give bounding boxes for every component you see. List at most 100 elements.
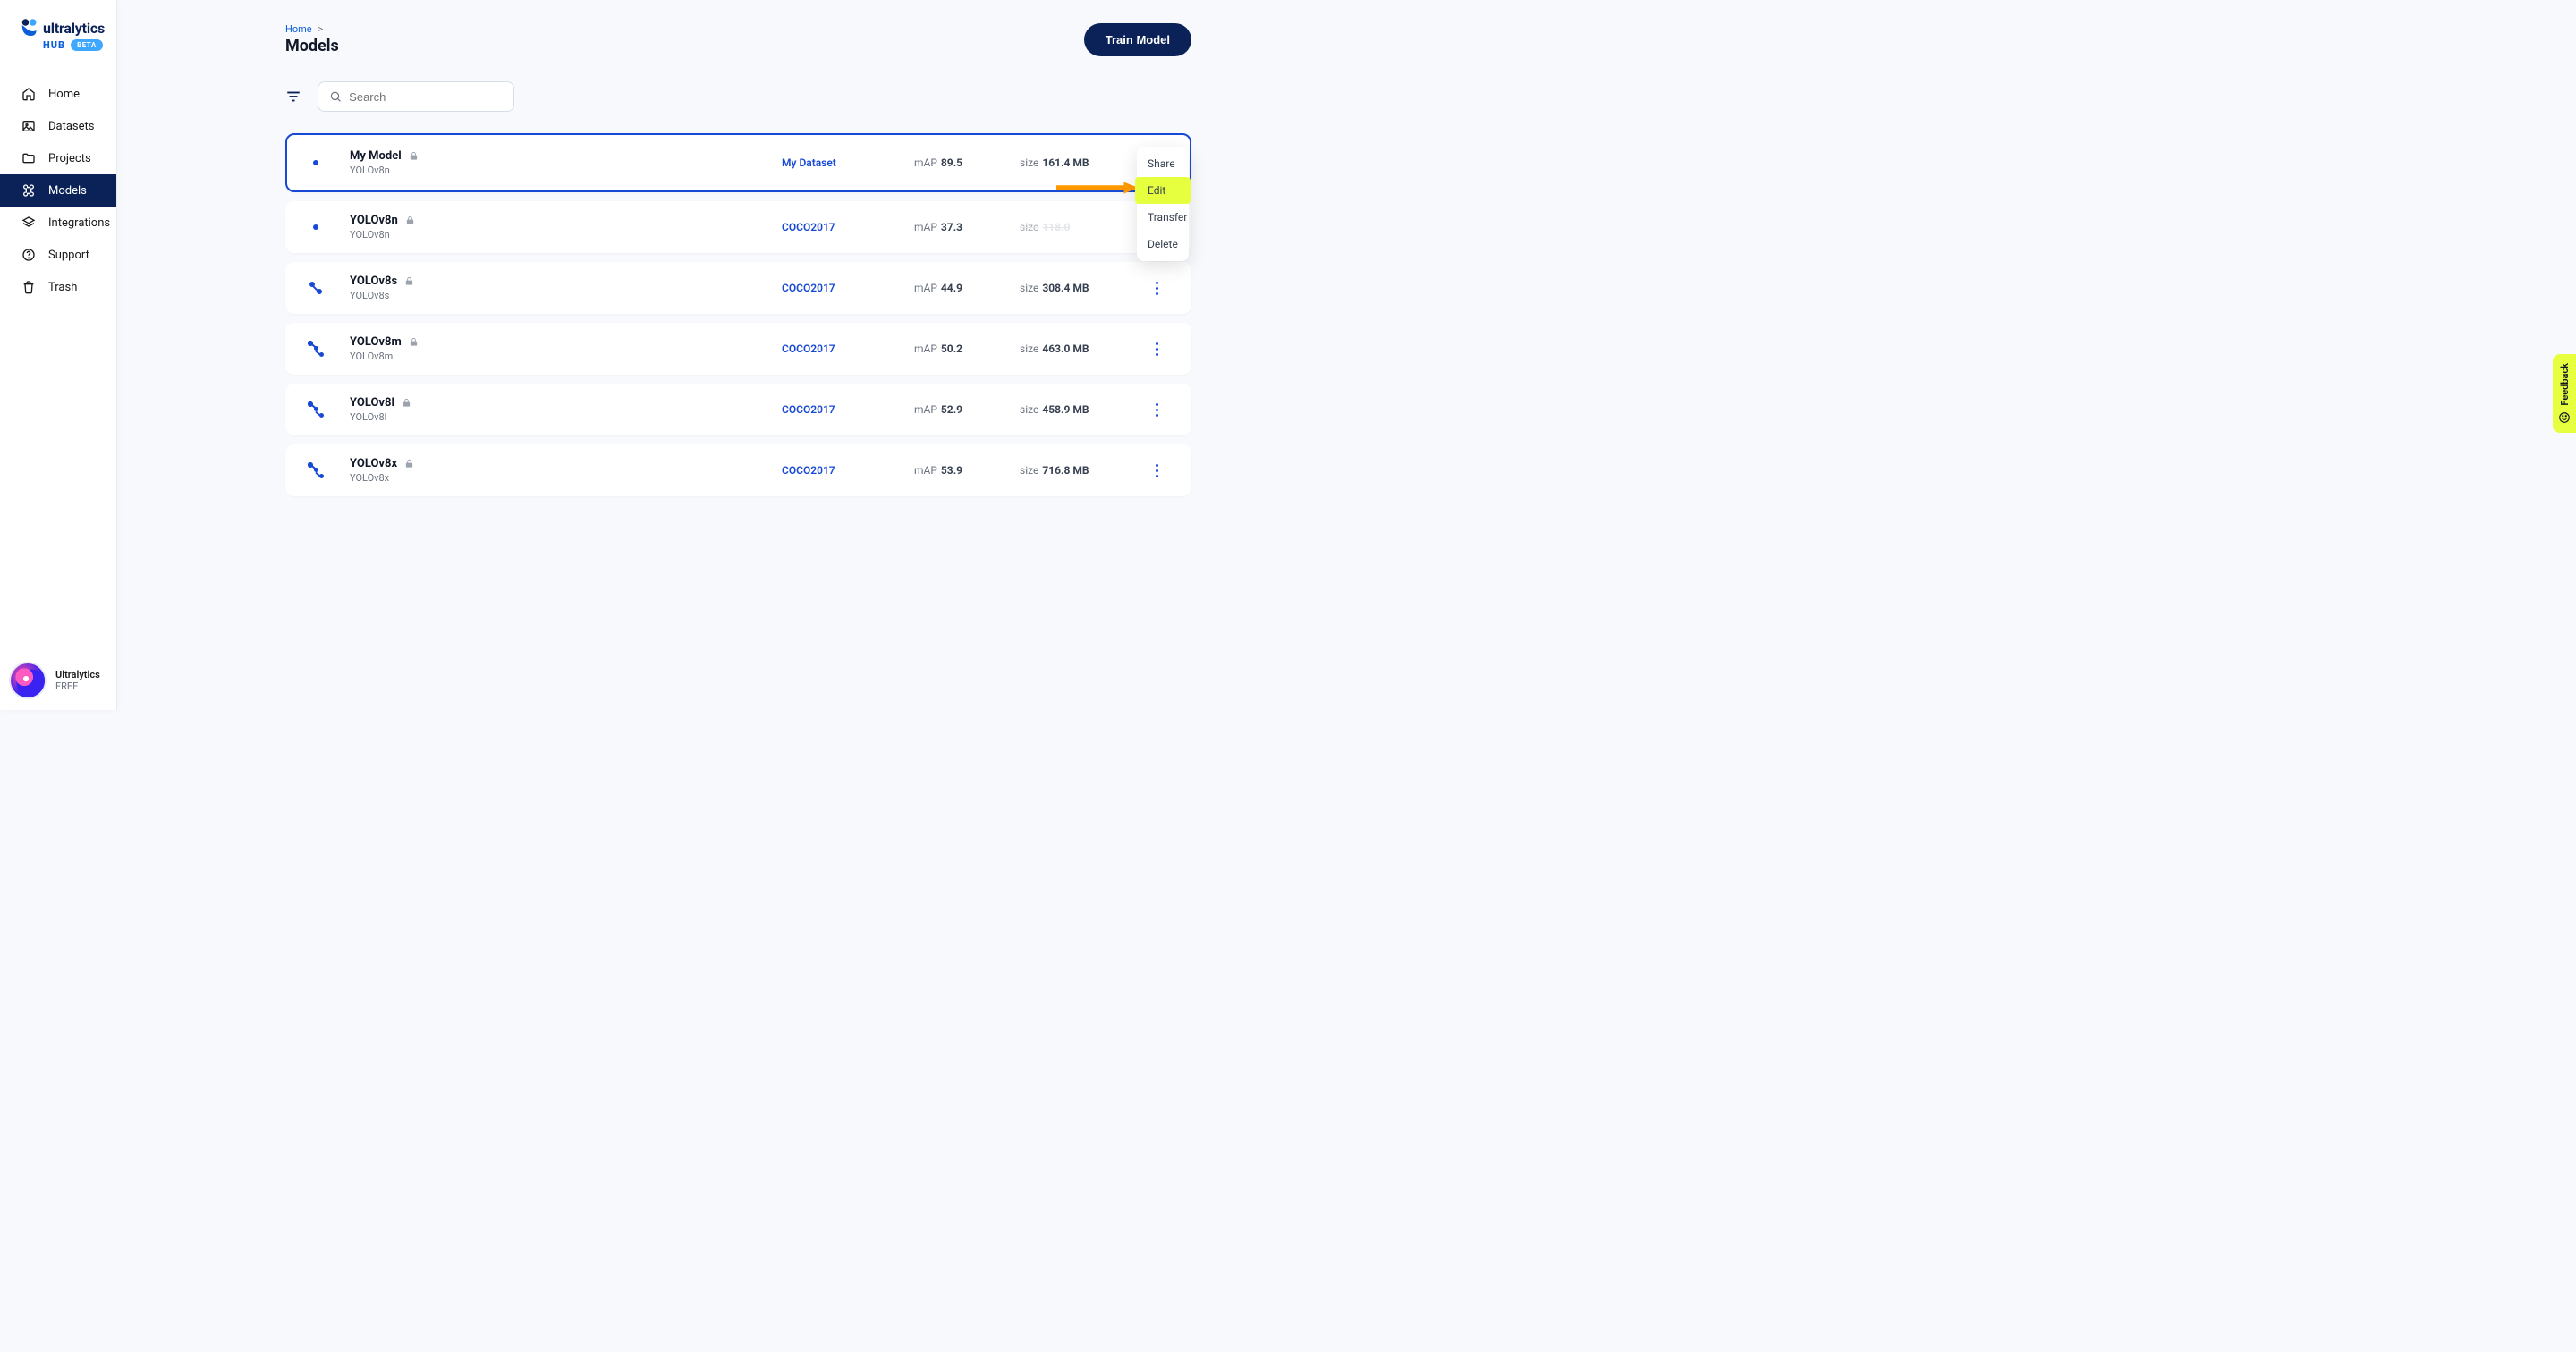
model-dataset[interactable]: COCO2017: [782, 282, 907, 294]
image-icon: [21, 119, 36, 133]
user-name: Ultralytics: [55, 669, 100, 680]
user-profile[interactable]: Ultralytics FREE: [9, 662, 100, 699]
search-input-wrap[interactable]: [318, 81, 514, 112]
model-map: mAP53.9: [914, 464, 1013, 477]
sidebar: ultralytics HUB BETA Home Datasets: [0, 0, 117, 710]
lock-icon: [404, 276, 414, 286]
filter-icon[interactable]: [285, 89, 301, 105]
context-menu-item-delete[interactable]: Delete: [1137, 231, 1189, 258]
lock-icon: [402, 398, 411, 408]
context-menu-item-transfer[interactable]: Transfer: [1137, 204, 1189, 231]
model-size: size118.0: [1020, 221, 1136, 233]
model-title-col: My Model YOLOv8n: [350, 149, 775, 176]
sidebar-item-label: Support: [48, 249, 89, 262]
model-map: mAP89.5: [914, 156, 1013, 169]
arrow-annotation-icon: [1056, 182, 1139, 194]
sidebar-item-label: Integrations: [48, 216, 110, 230]
model-map: mAP44.9: [914, 282, 1013, 294]
model-title-col: YOLOv8n YOLOv8n: [350, 214, 775, 241]
model-map: mAP52.9: [914, 403, 1013, 416]
model-arch: YOLOv8n: [350, 165, 775, 176]
model-row[interactable]: YOLOv8s YOLOv8s COCO2017 mAP44.9 size308.4 M…: [285, 262, 1191, 314]
model-row[interactable]: YOLOv8m YOLOv8m COCO2017 mAP50.2 size463.0 M…: [285, 323, 1191, 375]
trash-icon: [21, 280, 36, 294]
logo-mark-icon: [21, 18, 38, 38]
sidebar-item-integrations[interactable]: Integrations: [0, 207, 116, 239]
model-title-col: YOLOv8xYOLOv8x: [350, 457, 775, 484]
model-icon: [307, 401, 325, 418]
sidebar-nav: Home Datasets Projects Models: [0, 78, 116, 303]
chevron-right-icon: >: [318, 23, 323, 35]
model-title-col: YOLOv8lYOLOv8l: [350, 396, 775, 423]
hub-label: HUB: [43, 39, 65, 51]
model-icon: [307, 218, 325, 236]
sidebar-item-label: Models: [48, 184, 87, 198]
feedback-button[interactable]: Feedback: [2553, 354, 2576, 433]
model-map: mAP50.2: [914, 342, 1013, 355]
model-dataset[interactable]: COCO2017: [782, 403, 907, 416]
feedback-label: Feedback: [2559, 363, 2571, 406]
sidebar-item-models[interactable]: Models: [0, 174, 116, 207]
beta-badge: BETA: [71, 39, 103, 51]
model-dataset[interactable]: COCO2017: [782, 342, 907, 355]
model-row[interactable]: YOLOv8xYOLOv8x COCO2017 mAP53.9 size716.8 M…: [285, 444, 1191, 496]
model-size: size308.4 MB: [1020, 282, 1136, 294]
lock-icon: [405, 215, 415, 225]
search-input[interactable]: [349, 90, 503, 104]
lock-icon: [409, 151, 419, 161]
model-size: size161.4 MB: [1020, 156, 1136, 169]
model-dataset[interactable]: COCO2017: [782, 221, 907, 233]
page-title: Models: [285, 37, 339, 55]
smiley-icon: [2558, 411, 2571, 424]
model-title-col: YOLOv8m YOLOv8m: [350, 335, 775, 362]
model-dataset[interactable]: COCO2017: [782, 464, 907, 477]
search-icon: [329, 89, 342, 104]
context-menu-item-edit[interactable]: Edit: [1135, 177, 1191, 204]
kebab-menu-button[interactable]: [1143, 464, 1170, 477]
kebab-menu-button[interactable]: [1143, 403, 1170, 417]
model-arch: YOLOv8s: [350, 290, 775, 301]
model-name: YOLOv8l: [350, 396, 394, 410]
model-name: YOLOv8s: [350, 275, 397, 288]
kebab-menu-button[interactable]: [1143, 342, 1170, 356]
context-menu-item-share[interactable]: Share: [1137, 150, 1189, 177]
model-arch: YOLOv8x: [350, 472, 775, 484]
model-arch: YOLOv8m: [350, 351, 775, 362]
sidebar-item-label: Projects: [48, 152, 91, 165]
model-name: My Model: [350, 149, 402, 163]
model-icon: [307, 340, 325, 358]
home-icon: [21, 87, 36, 101]
model-size: size458.9 MB: [1020, 403, 1136, 416]
model-name: YOLOv8n: [350, 214, 398, 227]
folder-icon: [21, 151, 36, 165]
sidebar-item-label: Trash: [48, 281, 77, 294]
model-row[interactable]: YOLOv8lYOLOv8l COCO2017 mAP52.9 size458.9 M…: [285, 384, 1191, 435]
breadcrumb-home[interactable]: Home: [285, 23, 312, 35]
model-icon: [307, 279, 325, 297]
context-menu: ShareEditTransferDelete: [1137, 147, 1189, 261]
sidebar-item-trash[interactable]: Trash: [0, 271, 116, 303]
model-dataset[interactable]: My Dataset: [782, 156, 907, 169]
avatar: [9, 662, 47, 699]
model-row[interactable]: YOLOv8n YOLOv8n COCO2017 mAP37.3 size118.0: [285, 201, 1191, 253]
model-arch: YOLOv8l: [350, 411, 775, 423]
sidebar-item-datasets[interactable]: Datasets: [0, 110, 116, 142]
brand-logo[interactable]: ultralytics HUB BETA: [0, 0, 116, 62]
sidebar-item-support[interactable]: Support: [0, 239, 116, 271]
model-size: size716.8 MB: [1020, 464, 1136, 477]
train-model-button[interactable]: Train Model: [1084, 23, 1191, 56]
model-size: size463.0 MB: [1020, 342, 1136, 355]
breadcrumb: Home >: [285, 23, 339, 35]
sidebar-item-home[interactable]: Home: [0, 78, 116, 110]
model-icon: [307, 461, 325, 479]
main-content: Home > Models Train Model My Model YOLOv8…: [117, 0, 1352, 710]
layers-icon: [21, 215, 36, 230]
user-plan: FREE: [55, 680, 100, 692]
help-icon: [21, 248, 36, 262]
lock-icon: [404, 459, 414, 469]
model-map: mAP37.3: [914, 221, 1013, 233]
model-arch: YOLOv8n: [350, 229, 775, 241]
model-name: YOLOv8m: [350, 335, 402, 349]
kebab-menu-button[interactable]: [1143, 282, 1170, 295]
sidebar-item-projects[interactable]: Projects: [0, 142, 116, 174]
